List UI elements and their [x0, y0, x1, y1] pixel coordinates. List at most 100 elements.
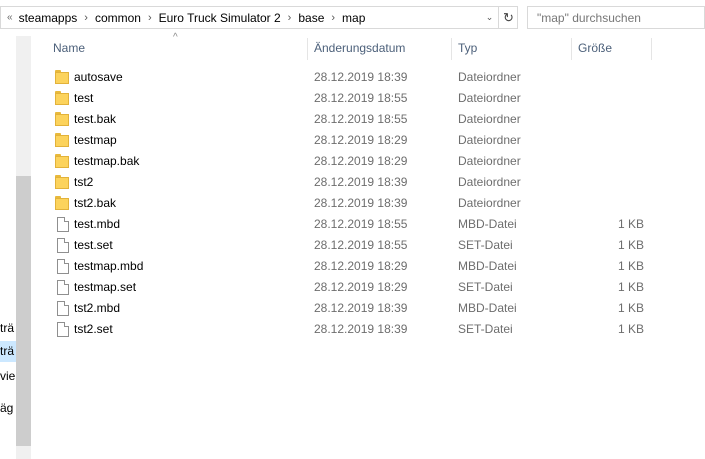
file-date: 28.12.2019 18:29 — [314, 133, 408, 147]
breadcrumb: « steamapps › common › Euro Truck Simula… — [7, 7, 367, 28]
file-type: SET-Datei — [458, 238, 513, 252]
file-name: test — [74, 91, 94, 105]
column-divider[interactable] — [651, 38, 652, 60]
file-date: 28.12.2019 18:39 — [314, 301, 408, 315]
file-row[interactable]: autosave 28.12.2019 18:39 Dateiordner — [31, 67, 705, 88]
breadcrumb-base[interactable]: base — [296, 11, 326, 25]
file-date: 28.12.2019 18:39 — [314, 196, 408, 210]
file-date: 28.12.2019 18:55 — [314, 238, 408, 252]
chevron-down-icon[interactable]: ⌄ — [482, 7, 497, 28]
folder-icon — [55, 112, 69, 127]
file-date: 28.12.2019 18:29 — [314, 154, 408, 168]
file-name: test.bak — [74, 112, 117, 126]
column-divider[interactable] — [451, 38, 452, 60]
file-date: 28.12.2019 18:55 — [314, 217, 408, 231]
file-type: SET-Datei — [458, 322, 513, 336]
file-date: 28.12.2019 18:55 — [314, 112, 408, 126]
search-input[interactable]: "map" durchsuchen — [527, 6, 705, 29]
file-row[interactable]: test.mbd 28.12.2019 18:55 MBD-Datei 1 KB — [31, 214, 705, 235]
folder-icon — [55, 133, 69, 148]
nav-scrollbar[interactable] — [16, 36, 31, 459]
file-name: autosave — [74, 70, 123, 84]
chevron-right-icon[interactable]: › — [79, 12, 93, 24]
file-name: testmap — [74, 133, 117, 147]
file-type: Dateiordner — [458, 133, 521, 147]
file-row[interactable]: testmap.mbd 28.12.2019 18:29 MBD-Datei 1 KB — [31, 256, 705, 277]
nav-item[interactable]: vie — [0, 369, 15, 383]
file-date: 28.12.2019 18:39 — [314, 322, 408, 336]
folder-icon — [55, 196, 69, 211]
navigation-pane: trä trä vie äg — [0, 36, 16, 459]
sort-ascending-icon: ^ — [173, 32, 178, 43]
file-row[interactable]: testmap 28.12.2019 18:29 Dateiordner — [31, 130, 705, 151]
file-row[interactable]: tst2.set 28.12.2019 18:39 SET-Datei 1 KB — [31, 319, 705, 340]
file-name: test.mbd — [74, 217, 121, 231]
file-type: Dateiordner — [458, 175, 521, 189]
folder-icon — [55, 91, 69, 106]
file-name: testmap.mbd — [74, 259, 144, 273]
overflow-chevron-icon[interactable]: « — [7, 12, 17, 23]
file-row[interactable]: test 28.12.2019 18:55 Dateiordner — [31, 88, 705, 109]
file-name: test.set — [74, 238, 113, 252]
file-date: 28.12.2019 18:55 — [314, 91, 408, 105]
file-type: MBD-Datei — [458, 301, 517, 315]
breadcrumb-euro-truck-simulator-2[interactable]: Euro Truck Simulator 2 — [157, 11, 283, 25]
file-size: 1 KB — [617, 301, 644, 315]
column-name[interactable]: Name — [53, 41, 85, 55]
file-type: Dateiordner — [458, 112, 521, 126]
file-name: tst2.mbd — [74, 301, 121, 315]
file-icon — [57, 259, 69, 274]
file-name: testmap.set — [74, 280, 137, 294]
file-row[interactable]: test.set 28.12.2019 18:55 SET-Datei 1 KB — [31, 235, 705, 256]
file-date: 28.12.2019 18:39 — [314, 175, 408, 189]
address-bar-area: « steamapps › common › Euro Truck Simula… — [0, 0, 705, 36]
file-name: testmap.bak — [74, 154, 140, 168]
column-divider[interactable] — [307, 38, 308, 60]
column-header: ^ Name Änderungsdatum Typ Größe — [31, 32, 705, 62]
nav-item[interactable]: trä — [0, 321, 14, 335]
file-row[interactable]: tst2.bak 28.12.2019 18:39 Dateiordner — [31, 193, 705, 214]
file-row[interactable]: testmap.bak 28.12.2019 18:29 Dateiordner — [31, 151, 705, 172]
file-type: Dateiordner — [458, 70, 521, 84]
column-size[interactable]: Größe — [578, 41, 612, 55]
folder-icon — [55, 70, 69, 85]
file-size: 1 KB — [617, 280, 644, 294]
file-row[interactable]: testmap.set 28.12.2019 18:29 SET-Datei 1 KB — [31, 277, 705, 298]
file-name: tst2.set — [74, 322, 113, 336]
breadcrumb-steamapps[interactable]: steamapps — [17, 11, 80, 25]
file-name: tst2 — [74, 175, 94, 189]
column-date[interactable]: Änderungsdatum — [314, 41, 405, 55]
chevron-right-icon[interactable]: › — [143, 12, 157, 24]
breadcrumb-map[interactable]: map — [340, 11, 367, 25]
chevron-right-icon[interactable]: › — [326, 12, 340, 24]
scrollbar-thumb[interactable] — [16, 176, 31, 446]
breadcrumb-common[interactable]: common — [93, 11, 143, 25]
nav-item[interactable]: äg — [0, 401, 13, 415]
folder-icon — [55, 154, 69, 169]
file-row[interactable]: tst2.mbd 28.12.2019 18:39 MBD-Datei 1 KB — [31, 298, 705, 319]
file-icon — [57, 280, 69, 295]
file-icon — [57, 301, 69, 316]
file-size: 1 KB — [617, 259, 644, 273]
chevron-right-icon[interactable]: › — [283, 12, 297, 24]
file-type: Dateiordner — [458, 196, 521, 210]
file-type: SET-Datei — [458, 280, 513, 294]
file-icon — [57, 322, 69, 337]
nav-item[interactable]: trä — [0, 344, 14, 358]
file-row[interactable]: test.bak 28.12.2019 18:55 Dateiordner — [31, 109, 705, 130]
file-size: 1 KB — [617, 322, 644, 336]
file-date: 28.12.2019 18:29 — [314, 280, 408, 294]
file-name: tst2.bak — [74, 196, 117, 210]
refresh-icon[interactable]: ↻ — [498, 7, 518, 28]
file-row[interactable]: tst2 28.12.2019 18:39 Dateiordner — [31, 172, 705, 193]
file-size: 1 KB — [617, 238, 644, 252]
file-type: MBD-Datei — [458, 259, 517, 273]
column-type[interactable]: Typ — [458, 41, 477, 55]
file-date: 28.12.2019 18:39 — [314, 70, 408, 84]
search-placeholder: "map" durchsuchen — [537, 11, 641, 25]
column-divider[interactable] — [571, 38, 572, 60]
file-type: Dateiordner — [458, 91, 521, 105]
file-type: Dateiordner — [458, 154, 521, 168]
address-bar[interactable]: « steamapps › common › Euro Truck Simula… — [0, 6, 518, 29]
file-size: 1 KB — [617, 217, 644, 231]
